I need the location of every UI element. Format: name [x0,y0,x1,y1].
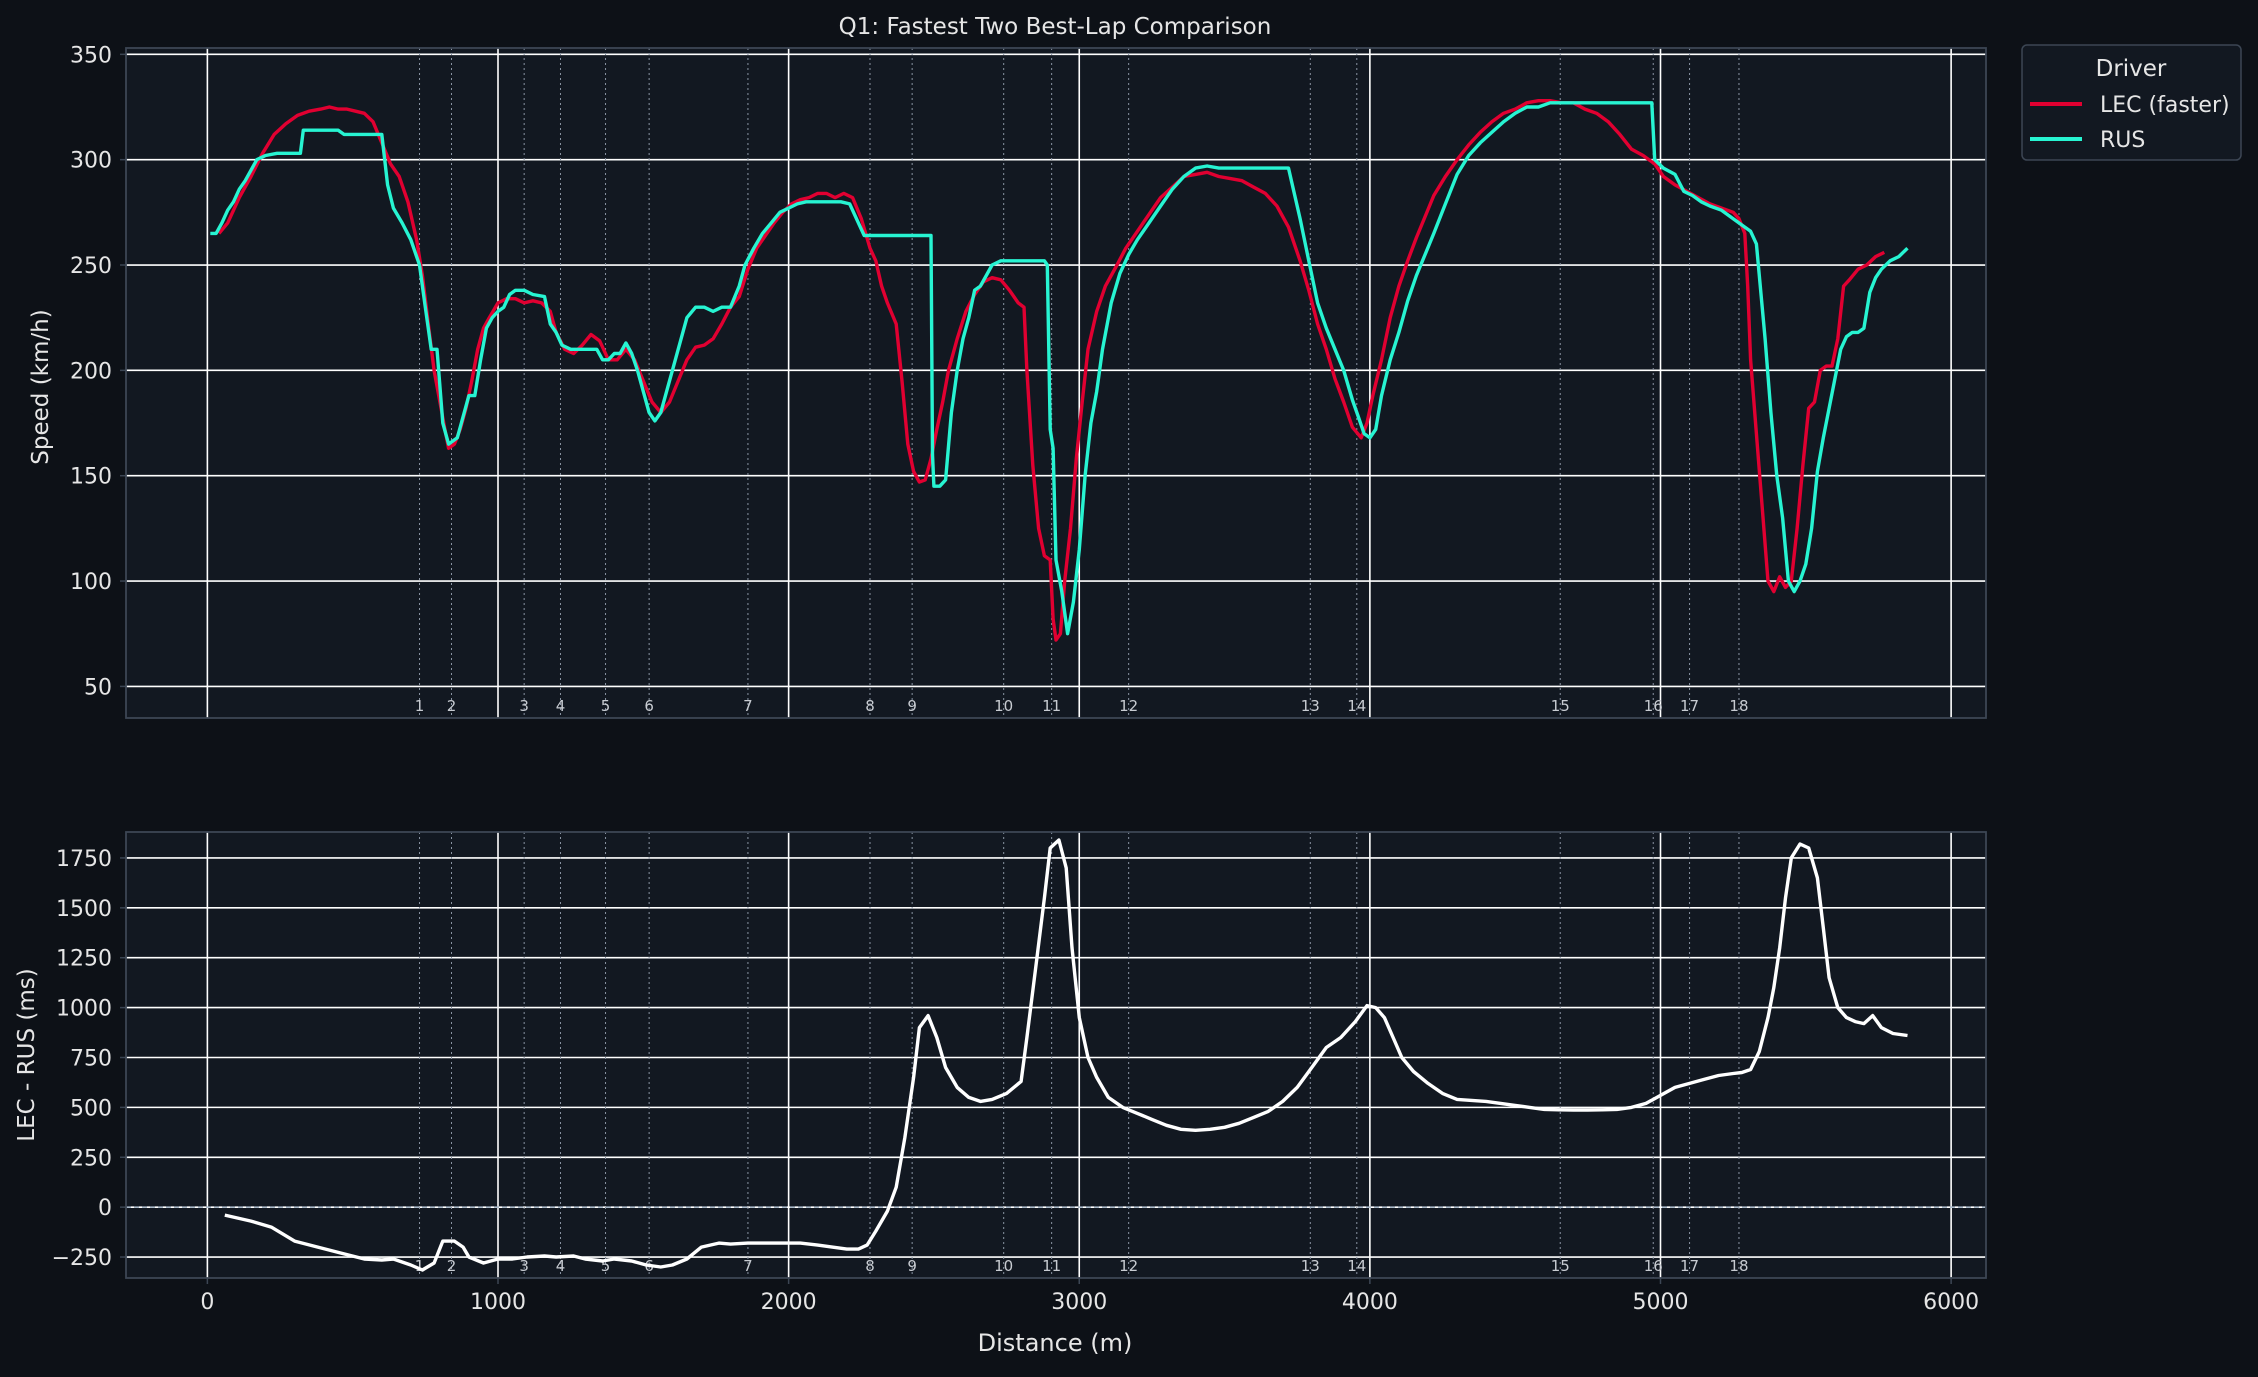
corner-marker-label: 16 [1644,1257,1663,1275]
corner-marker-label: 8 [865,1257,875,1275]
corner-marker-label: 10 [994,697,1013,715]
corner-marker-label: 12 [1119,1257,1138,1275]
corner-marker-label: 12 [1119,697,1138,715]
corner-marker-label: 13 [1301,1257,1320,1275]
corner-marker-label: 18 [1729,1257,1748,1275]
y-tick-label: 750 [70,1046,112,1071]
axes-background [126,832,1986,1278]
corner-marker-label: 15 [1551,1257,1570,1275]
legend-label-lec: LEC (faster) [2100,93,2230,118]
corner-marker-label: 13 [1301,697,1320,715]
y-tick-label: 200 [70,359,112,384]
corner-marker-label: 14 [1347,1257,1366,1275]
corner-marker-label: 9 [907,697,917,715]
y-tick-label: 100 [70,570,112,595]
corner-marker-label: 17 [1680,697,1699,715]
x-tick-label: 6000 [1923,1290,1979,1315]
x-axis-label: Distance (m) [978,1329,1133,1357]
corner-marker-label: 4 [556,1257,566,1275]
y-tick-label: 50 [84,675,112,700]
chart-figure: Q1: Fastest Two Best-Lap Comparison 1234… [0,0,2258,1373]
y-tick-label: 1000 [56,997,112,1022]
legend-label-rus: RUS [2100,128,2145,153]
corner-marker-label: 6 [644,697,654,715]
axes-background [126,48,1986,718]
corner-marker-label: 3 [519,1257,529,1275]
x-tick-label: 5000 [1633,1290,1689,1315]
y-axis-label-speed: Speed (km/h) [28,309,54,464]
corner-marker-label: 4 [556,697,566,715]
corner-marker-label: 14 [1347,697,1366,715]
corner-marker-label: 1 [415,697,425,715]
corner-marker-label: 18 [1729,697,1748,715]
legend-title: Driver [2096,56,2167,82]
x-tick-label: 3000 [1051,1290,1107,1315]
y-tick-label: 150 [70,465,112,490]
corner-marker-label: 11 [1042,697,1061,715]
y-tick-label: 500 [70,1096,112,1121]
y-axis-label-delta: LEC - RUS (ms) [14,968,40,1141]
chart-title: Q1: Fastest Two Best-Lap Comparison [839,14,1272,40]
corner-marker-label: 5 [601,697,611,715]
corner-marker-label: 2 [447,1257,457,1275]
corner-marker-label: 10 [994,1257,1013,1275]
corner-marker-label: 3 [519,697,529,715]
corner-marker-label: 8 [865,697,875,715]
x-tick-label: 4000 [1342,1290,1398,1315]
corner-marker-label: 7 [743,697,753,715]
corner-marker-label: 16 [1644,697,1663,715]
y-tick-label: 250 [70,254,112,279]
delta-panel: 1 2 3 4 5 6 7 8 9 10 11 12 13 14 15 16 17 18−250025050075… [52,831,1987,1315]
y-tick-label: 1750 [56,847,112,872]
y-tick-label: 0 [98,1196,112,1221]
corner-marker-label: 17 [1680,1257,1699,1275]
legend: Driver LEC (faster) RUS [2021,44,2242,161]
y-tick-label: 300 [70,149,112,174]
corner-marker-label: 7 [743,1257,753,1275]
corner-marker-label: 11 [1042,1257,1061,1275]
chart-svg: Q1: Fastest Two Best-Lap Comparison 1234… [0,0,2258,1373]
x-tick-label: 0 [200,1290,214,1315]
y-tick-label: −250 [52,1246,112,1271]
y-tick-label: 1250 [56,947,112,972]
speed-panel: 1 2 3 4 5 6 7 8 9 10 11 12 13 14 15 16 17 185010015020025… [70,43,1987,719]
y-tick-label: 350 [70,43,112,68]
corner-marker-label: 15 [1551,697,1570,715]
y-tick-label: 250 [70,1146,112,1171]
x-tick-label: 2000 [761,1290,817,1315]
corner-marker-label: 9 [907,1257,917,1275]
corner-marker-label: 2 [447,697,457,715]
x-tick-label: 1000 [470,1290,526,1315]
y-tick-label: 1500 [56,897,112,922]
